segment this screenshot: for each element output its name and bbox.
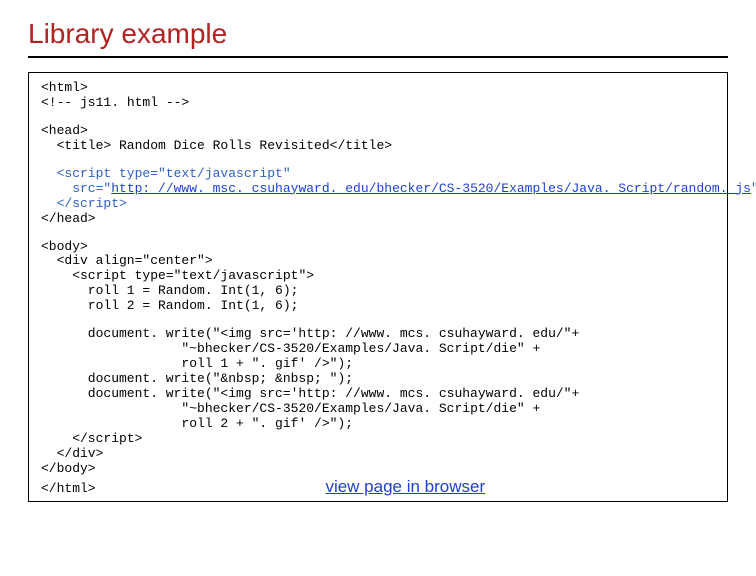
blank-line (41, 111, 715, 124)
code-line: </html> (41, 482, 96, 497)
code-line: "~bhecker/CS-3520/Examples/Java. Script/… (41, 402, 715, 417)
code-line: roll 1 + ". gif' />"); (41, 357, 715, 372)
code-line: <!-- js11. html --> (41, 96, 715, 111)
code-line-script-src: src="http: //www. msc. csuhayward. edu/b… (41, 182, 715, 197)
view-page-link[interactable]: view page in browser (325, 477, 485, 497)
code-line: </body> (41, 462, 715, 477)
code-line: roll 1 = Random. Int(1, 6); (41, 284, 715, 299)
src-suffix: "> (751, 181, 756, 196)
code-example-box: <html> <!-- js11. html --> <head> <title… (28, 72, 728, 502)
code-line: </div> (41, 447, 715, 462)
code-line: <title> Random Dice Rolls Revisited</tit… (41, 139, 715, 154)
code-line: roll 2 = Random. Int(1, 6); (41, 299, 715, 314)
code-line: document. write("<img src='http: //www. … (41, 327, 715, 342)
code-line: <script type="text/javascript"> (41, 269, 715, 284)
code-line: "~bhecker/CS-3520/Examples/Java. Script/… (41, 342, 715, 357)
slide-title: Library example (28, 18, 728, 58)
blank-line (41, 227, 715, 240)
code-line-script-open: <script type="text/javascript" (41, 167, 715, 182)
script-src-url[interactable]: http: //www. msc. csuhayward. edu/bhecke… (111, 181, 751, 196)
code-line: document. write("<img src='http: //www. … (41, 387, 715, 402)
code-line: <html> (41, 81, 715, 96)
code-line-script-close: </script> (41, 197, 715, 212)
code-line: roll 2 + ". gif' />"); (41, 417, 715, 432)
src-prefix: src=" (72, 181, 111, 196)
code-line: <body> (41, 240, 715, 255)
code-line: </head> (41, 212, 715, 227)
code-line: <div align="center"> (41, 254, 715, 269)
code-line: <head> (41, 124, 715, 139)
code-line: document. write("&nbsp; &nbsp; "); (41, 372, 715, 387)
blank-line (41, 154, 715, 167)
code-line: </script> (41, 432, 715, 447)
